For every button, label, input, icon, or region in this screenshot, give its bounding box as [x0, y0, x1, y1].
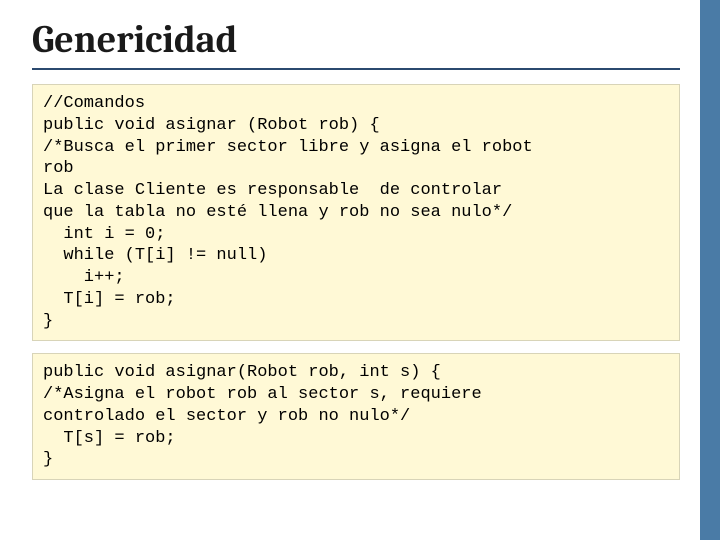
code-block-asignar-overload1: //Comandos public void asignar (Robot ro… [32, 84, 680, 341]
slide-accent-bar [700, 0, 720, 540]
code-block-asignar-overload2: public void asignar(Robot rob, int s) { … [32, 353, 680, 480]
page-title: Genericidad [32, 18, 680, 70]
slide-content: Genericidad //Comandos public void asign… [0, 0, 720, 480]
